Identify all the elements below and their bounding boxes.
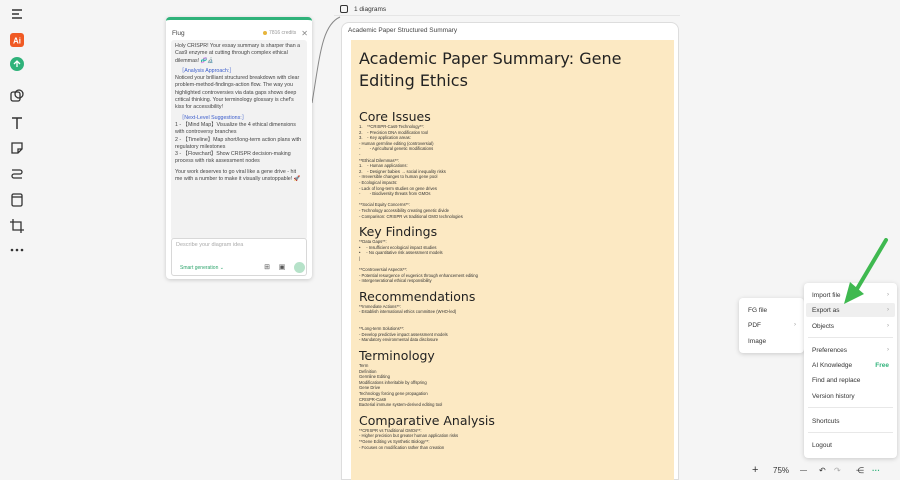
more-tools-icon[interactable]	[7, 240, 27, 260]
close-icon[interactable]: ✕	[301, 29, 308, 38]
export-pdf-label: PDF	[748, 321, 761, 329]
chat-msg-heading: ［Next-Level Suggestions:］	[179, 114, 248, 121]
menu-label: Find and replace	[812, 376, 861, 384]
bottom-toolbar: + 75% — ↶ ↷ ⋲ ···	[748, 462, 888, 478]
annotation-arrow-icon	[844, 238, 888, 304]
menu-find-replace[interactable]: Find and replace	[806, 373, 895, 387]
menu-label: Preferences	[812, 346, 848, 354]
menu-divider	[808, 432, 893, 433]
shape-icon[interactable]	[7, 86, 27, 106]
comparative-line: - Focuses on modification rather than cr…	[359, 444, 445, 450]
menu-label: Export as	[812, 306, 840, 314]
frame-icon[interactable]	[7, 190, 27, 210]
recommendations-heading: Recommendations	[359, 288, 476, 304]
menu-label: Logout	[812, 441, 832, 449]
free-badge: Free	[875, 361, 889, 369]
comparative-heading: Comparative Analysis	[359, 412, 495, 428]
ai-chat-panel: Flug 7816 credits ✕ Holy CRISPR! Your es…	[166, 17, 312, 279]
export-image-label: Image	[748, 337, 767, 345]
undo-icon[interactable]: ↶	[819, 466, 826, 475]
menu-icon[interactable]	[7, 4, 27, 24]
diagram-icon	[340, 5, 348, 13]
chat-msg-intro: Holy CRISPR! Your essay summary is sharp…	[175, 43, 301, 64]
menu-label: Import file	[812, 291, 841, 299]
export-pdf[interactable]: PDF ›	[741, 318, 802, 332]
export-fg-file[interactable]: FG file	[741, 303, 802, 317]
diagram-count-label: 1 diagrams	[354, 5, 387, 13]
menu-objects[interactable]: Objects ›	[806, 319, 895, 333]
menu-preferences[interactable]: Preferences ›	[806, 343, 895, 357]
export-fg-label: FG file	[748, 306, 768, 314]
crop-icon[interactable]	[7, 216, 27, 236]
frame-label: Academic Paper Structured Summary	[348, 27, 458, 34]
key-findings-heading: Key Findings	[359, 224, 438, 240]
chevron-right-icon: ›	[887, 323, 889, 329]
terminology-heading: Terminology	[359, 348, 435, 363]
chat-msg-suggestion: 3 - 【Flowchart】Show CRISPR decision-maki…	[175, 151, 291, 165]
redo-icon[interactable]: ↷	[834, 466, 841, 475]
chevron-right-icon: ›	[887, 347, 889, 353]
top-divider	[334, 15, 680, 16]
chat-msg-heading: ［Analysis Approach:］	[179, 67, 235, 74]
sticky-note-icon[interactable]	[7, 138, 27, 158]
chevron-right-icon: ›	[794, 322, 796, 328]
zoom-out-button[interactable]: —	[800, 467, 807, 474]
export-submenu: FG file PDF › Image	[739, 298, 804, 353]
menu-label: AI Knowledge	[812, 361, 853, 369]
upload-icon[interactable]	[7, 54, 27, 74]
chat-msg-suggestion: 2 - 【Timeline】Map short/long-term action…	[175, 136, 302, 150]
export-image[interactable]: Image	[741, 334, 802, 348]
text-icon[interactable]	[7, 113, 27, 133]
chat-msg-outro: Your work deserves to go viral like a ge…	[175, 168, 301, 183]
chat-msg-suggestion: 1 - 【Mind Map】Visualize the 4 ethical di…	[175, 121, 296, 136]
menu-ai-knowledge[interactable]: AI Knowledge Free	[806, 358, 895, 372]
menu-divider	[808, 337, 893, 338]
menu-shortcuts[interactable]: Shortcuts	[806, 414, 895, 428]
zoom-in-button[interactable]: +	[752, 464, 758, 476]
ai-icon[interactable]: Ai	[7, 30, 27, 50]
chat-message: Holy CRISPR! Your essay summary is sharp…	[171, 40, 307, 240]
zoom-level[interactable]: 75%	[773, 466, 789, 475]
share-icon[interactable]: ⋲	[856, 466, 864, 475]
connector-icon[interactable]	[7, 164, 27, 184]
left-toolbar: Ai	[0, 0, 34, 480]
chat-msg-analysis: Noticed your brilliant structured breakd…	[175, 75, 300, 111]
paper-title: Academic Paper Summary: Gene Editing Eth…	[359, 49, 622, 90]
menu-label: Shortcuts	[812, 417, 840, 425]
menu-divider	[808, 407, 893, 408]
chat-title: Flug	[172, 29, 185, 37]
add-icon[interactable]: ⊞	[263, 264, 271, 272]
menu-logout[interactable]: Logout	[806, 438, 895, 452]
send-button[interactable]	[294, 262, 305, 273]
image-icon[interactable]: ▣	[278, 264, 286, 272]
chat-header: Flug 7816 credits ✕	[172, 26, 308, 40]
menu-label: Objects	[812, 322, 835, 330]
menu-label: Version history	[812, 392, 855, 400]
credits-badge: 7816 credits	[263, 30, 296, 36]
credits-label: 7816 credits	[269, 30, 297, 36]
paper-summary[interactable]: Academic Paper Summary: Gene Editing Eth…	[351, 40, 674, 480]
menu-version-history[interactable]: Version history	[806, 389, 895, 403]
smart-generation-dropdown[interactable]: Smart generation ⌄	[180, 265, 224, 271]
diagram-count[interactable]: 1 diagrams	[340, 3, 386, 15]
core-issues-heading: Core Issues	[359, 109, 431, 124]
chat-input-box[interactable]: Describe your diagram idea Smart generat…	[171, 238, 307, 276]
coin-icon	[263, 31, 268, 35]
more-icon[interactable]: ···	[872, 466, 880, 475]
svg-text:Ai: Ai	[13, 37, 21, 46]
chat-input-placeholder[interactable]: Describe your diagram idea	[176, 242, 243, 248]
